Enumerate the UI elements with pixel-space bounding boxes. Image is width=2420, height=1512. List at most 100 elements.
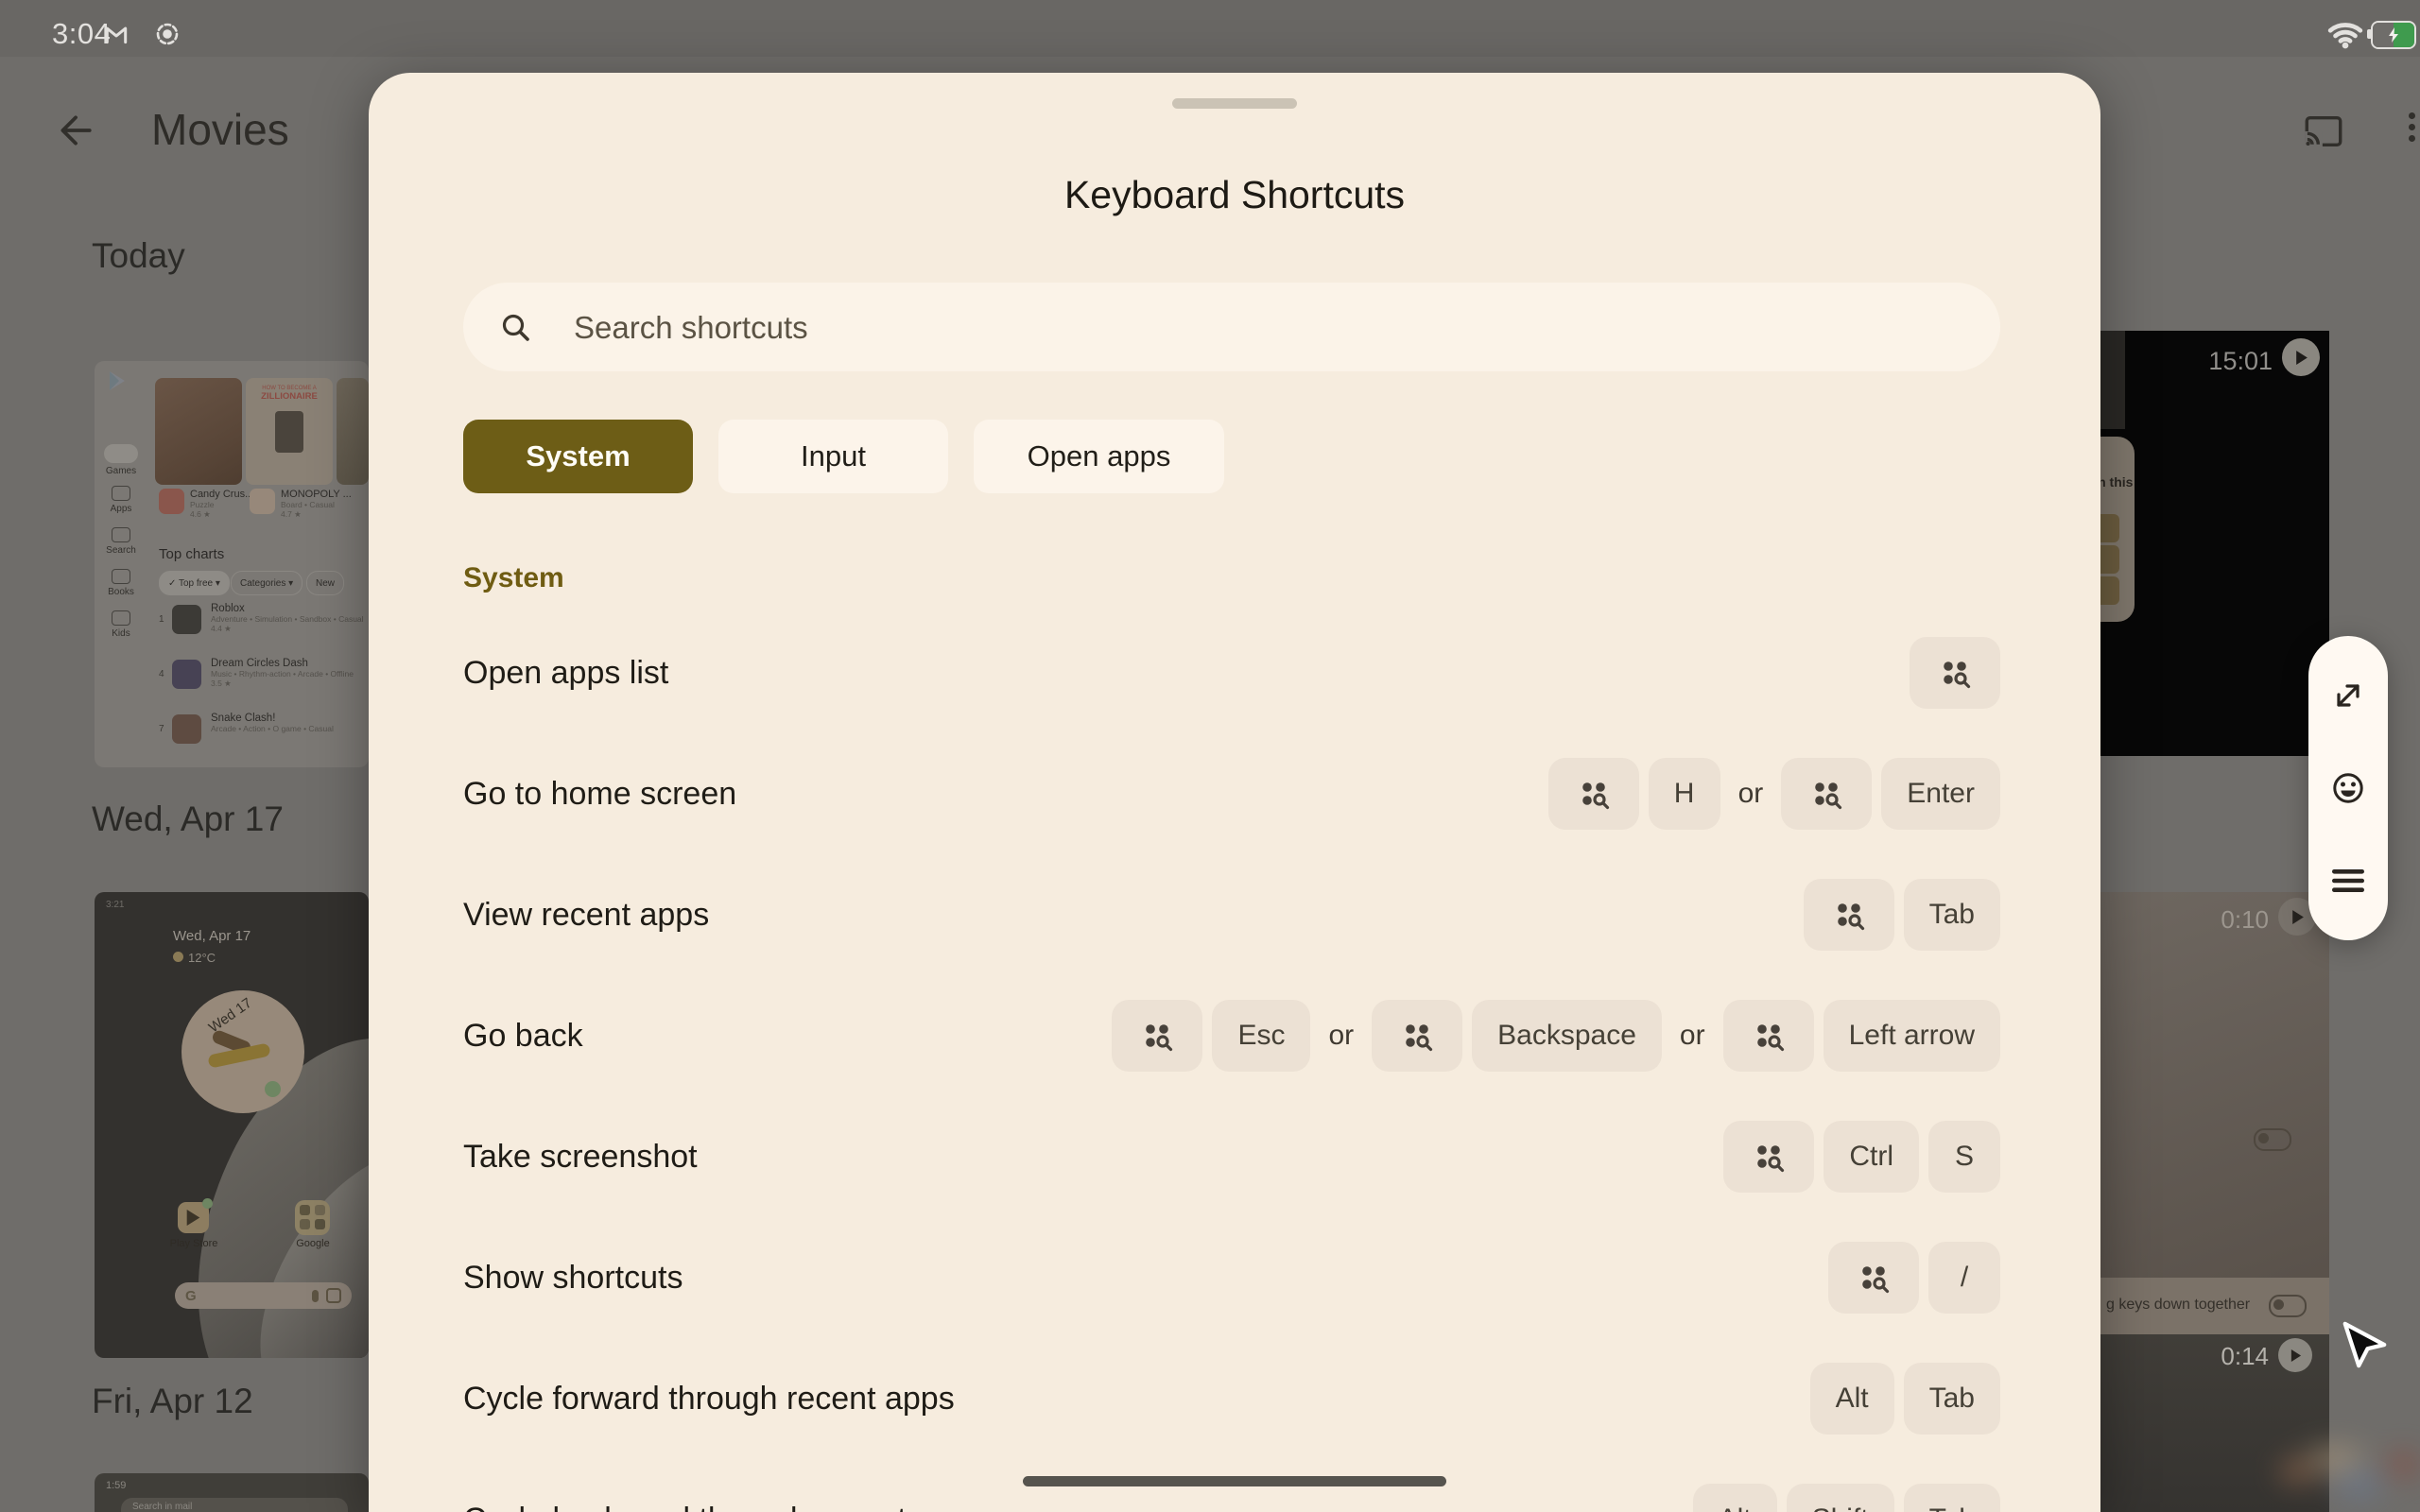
ps-chart-row: 4 Dream Circles Dash Music • Rhythm-action…: [159, 658, 354, 689]
shortcut-row: Cycle forward through recent apps Alt Tab: [463, 1338, 2000, 1459]
play-store-app-icon: [178, 1198, 213, 1233]
meta-key-icon: [1910, 637, 2000, 709]
key-left-arrow: Left arrow: [1823, 1000, 2000, 1072]
wifi-icon: [2327, 20, 2363, 55]
keyboard-shortcuts-dialog: Keyboard Shortcuts System Input Open app…: [369, 73, 2100, 1512]
shortcut-label: Cycle forward through recent apps: [463, 1380, 955, 1417]
shortcut-label: View recent apps: [463, 896, 710, 933]
battery-charging-icon: [2367, 21, 2416, 49]
search-input[interactable]: [572, 283, 1956, 373]
key-alt: Alt: [1809, 1363, 1894, 1435]
gmail-search-bar: Search in mail: [121, 1498, 348, 1512]
page-title: Movies: [151, 105, 289, 154]
shortcut-keys: Hor Enter: [1547, 758, 2000, 830]
home-weather: 12°C: [173, 951, 216, 965]
section-header: System: [463, 562, 564, 593]
search-bar: [463, 283, 2000, 373]
floating-toolbar: [2308, 636, 2388, 940]
google-folder-icon: [295, 1200, 330, 1235]
shortcut-label: Show shortcuts: [463, 1259, 683, 1296]
ps-nav-kids: Kids: [100, 610, 142, 639]
video-duration: 0:14: [2221, 1342, 2269, 1370]
thumb-status-time: 3:21: [106, 900, 125, 910]
key-tab: Tab: [1903, 1363, 2000, 1435]
shortcut-keys: Alt Tab: [1809, 1363, 2000, 1435]
key-tab: Tab: [1903, 879, 2000, 951]
back-button[interactable]: [55, 111, 95, 155]
video-duration: 0:10: [2221, 905, 2269, 934]
meta-key-icon: [1112, 1000, 1203, 1072]
shortcut-row: Go to home screen Hor Enter: [463, 733, 2000, 854]
mic-icon: [312, 1289, 319, 1302]
video-thumbnail-a[interactable]: 15:01: [2100, 331, 2329, 756]
tab-system[interactable]: System: [463, 420, 693, 493]
video-thumbnail-homescreen[interactable]: 3:21 Wed, Apr 17 12°C Wed 17 Play Store …: [95, 892, 369, 1358]
game-banner: [155, 378, 242, 485]
key-h: H: [1648, 758, 1720, 830]
scroll-indicator[interactable]: [1023, 1476, 1446, 1486]
key-shift: Shift: [1786, 1484, 1894, 1512]
key-backspace: Backspace: [1472, 1000, 1662, 1072]
mouse-cursor: [2339, 1319, 2390, 1375]
shortcut-label: Open apps list: [463, 654, 669, 691]
gmail-notification-icon: [102, 21, 130, 52]
tab-input[interactable]: Input: [718, 420, 948, 493]
shortcut-keys: /: [1828, 1242, 2000, 1314]
video-duration: 15:01: [2208, 347, 2273, 375]
shortcut-row: Go back Esc or Backspace or Left arrow: [463, 975, 2000, 1096]
top-charts-label: Top charts: [159, 546, 225, 562]
key-enter: Enter: [1881, 758, 2000, 830]
or-separator: or: [1737, 778, 1764, 809]
clock-widget: Wed 17: [182, 990, 304, 1113]
key-esc: Esc: [1212, 1000, 1311, 1072]
cast-icon[interactable]: [2305, 116, 2342, 151]
play-icon: [2278, 1338, 2312, 1372]
date-section-fri: Fri, Apr 12: [92, 1382, 253, 1420]
meta-key-icon: [1803, 879, 1894, 951]
drag-handle[interactable]: [1172, 98, 1297, 109]
blurred-thumbnail: [2267, 1444, 2420, 1512]
ps-nav-apps: Apps: [100, 486, 142, 514]
shortcut-keys: Tab: [1803, 879, 2000, 951]
thumb-status-time: 1:59: [106, 1480, 127, 1491]
meta-key-icon: [1781, 758, 1873, 830]
or-separator: or: [1328, 1020, 1355, 1051]
ps-filter-chip: New: [306, 571, 345, 595]
tab-open-apps[interactable]: Open apps: [974, 420, 1224, 493]
overflow-menu-icon[interactable]: [2409, 112, 2415, 142]
key-tab: Tab: [1903, 1484, 2000, 1512]
shortcut-keys: Ctrl S: [1723, 1121, 2000, 1193]
shortcut-label: Go back: [463, 1017, 583, 1054]
game-banner: HOW TO BECOME A ZILLIONAIRE: [246, 378, 333, 485]
date-section-wed: Wed, Apr 17: [92, 799, 284, 838]
dialog-title: Keyboard Shortcuts: [1063, 173, 1406, 216]
meta-key-icon: [1722, 1000, 1814, 1072]
meta-key-icon: [1828, 1242, 1919, 1314]
ps-filter-chip: Categories ▾: [231, 571, 303, 595]
emoji-icon[interactable]: [2320, 760, 2377, 816]
key-s: S: [1928, 1121, 2000, 1193]
video-thumbnail-playstore[interactable]: HOW TO BECOME A ZILLIONAIRE Games Apps Sea…: [95, 361, 369, 767]
screen-record-icon: [154, 21, 181, 52]
shortcut-row: Take screenshot Ctrl S: [463, 1096, 2000, 1217]
ps-nav-books: Books: [100, 569, 142, 597]
key--: /: [1928, 1242, 2000, 1314]
key-ctrl: Ctrl: [1824, 1121, 1919, 1193]
settings-toggle: [2269, 1295, 2307, 1317]
ps-chart-row: 1 Roblox Adventure • Simulation • Sandbox …: [159, 603, 364, 634]
meta-key-icon: [1547, 758, 1639, 830]
shortcut-keys: [1910, 637, 2000, 709]
app-label: Play Store: [169, 1238, 218, 1249]
menu-icon[interactable]: [2320, 852, 2377, 909]
weather-icon: [173, 952, 183, 962]
video-thumbnail-gmail[interactable]: 1:59 Search in mail: [95, 1473, 369, 1512]
shortcut-label: Go to home screen: [463, 775, 737, 812]
shortcut-keys: Alt Shift Tab: [1692, 1484, 2000, 1512]
shortcut-row: View recent apps Tab: [463, 854, 2000, 975]
shortcut-row: Open apps list: [463, 612, 2000, 733]
expand-icon[interactable]: [2320, 667, 2377, 724]
video-thumbnail-b[interactable]: 0:10 g keys down together: [2100, 892, 2329, 1334]
status-bar: [0, 0, 2420, 57]
search-icon: [502, 314, 529, 341]
settings-toggle: [2254, 1128, 2291, 1151]
